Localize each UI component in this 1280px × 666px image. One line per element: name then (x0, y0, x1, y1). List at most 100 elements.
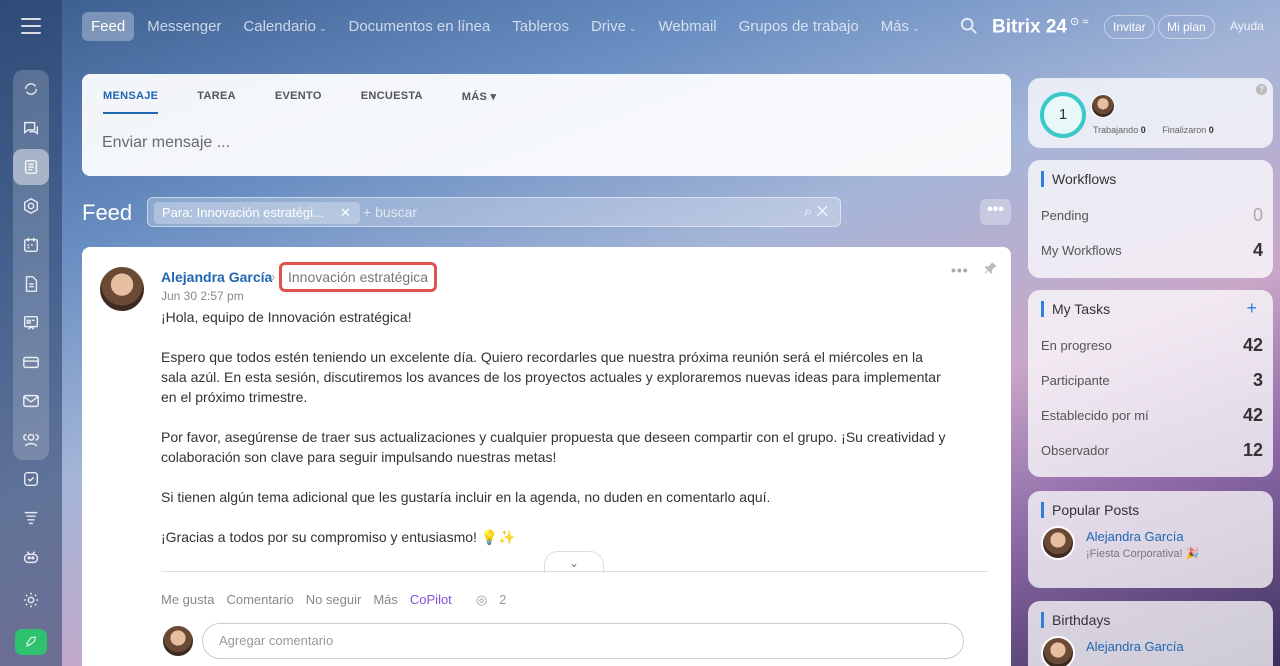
invite-button[interactable]: Invitar (1104, 15, 1155, 39)
nav-item-label: Calendario (243, 18, 316, 35)
birthdays-widget: Birthdays Alejandra García (1028, 601, 1273, 666)
nav-item-feed[interactable]: Feed (82, 12, 135, 41)
nav-item-label: Messenger (147, 18, 222, 35)
brand-clock-icon: ⊙ ≈ (1066, 16, 1089, 28)
task-row[interactable]: Participante 3 (1041, 370, 1263, 390)
post-author[interactable]: Alejandra García (161, 269, 272, 285)
comment-button[interactable]: Comentario (226, 592, 293, 608)
tab-2[interactable]: EVENTO (275, 90, 322, 114)
task-row[interactable]: Establecido por mí 42 (1041, 405, 1263, 425)
nav-item-más[interactable]: Más ⌄ (872, 12, 929, 41)
comment-input[interactable]: Agregar comentario (202, 623, 964, 659)
add-task-button[interactable]: + (1246, 298, 1257, 319)
workflow-row[interactable]: Pending 0 (1041, 205, 1263, 225)
avatar[interactable] (1041, 526, 1075, 560)
message-input[interactable]: Enviar mensaje ... (102, 134, 230, 152)
users-icon[interactable] (13, 422, 49, 458)
card-icon[interactable] (13, 344, 49, 380)
nav-item-label: Más (880, 18, 910, 35)
filter-search-clear-icons[interactable]: ⌕ ✕ (804, 203, 828, 220)
composer-tabs: MENSAJE TAREA EVENTO ENCUESTA MÁS ▾ (103, 90, 535, 114)
board-icon[interactable] (13, 305, 49, 341)
checkbox-icon[interactable] (13, 461, 49, 497)
chevron-right-icon: › (271, 269, 276, 284)
pin-icon[interactable] (984, 261, 998, 275)
nav-item-webmail[interactable]: Webmail (650, 12, 726, 41)
nav-item-grupos-de-trabajo[interactable]: Grupos de trabajo (730, 12, 868, 41)
help-link[interactable]: Ayuda (1230, 19, 1264, 33)
widget-title[interactable]: Popular Posts (1041, 502, 1139, 518)
brand-logo[interactable]: Bitrix 24 ⊙ ≈ (992, 15, 1088, 38)
tab-4[interactable]: MÁS ▾ (462, 90, 497, 114)
chat-icon[interactable] (13, 110, 49, 146)
task-row[interactable]: En progreso 42 (1041, 335, 1263, 355)
feed-filter[interactable]: Para: Innovación estratégi... ✕ + buscar… (147, 197, 841, 227)
task-value: 42 (1242, 405, 1263, 425)
workflow-value: 4 (1252, 240, 1263, 260)
unfollow-button[interactable]: No seguir (306, 592, 362, 608)
workflows-widget: Workflows Pending 0 My Workflows 4 (1028, 160, 1273, 278)
nav-item-tableros[interactable]: Tableros (503, 12, 578, 41)
feed-icon[interactable] (13, 149, 49, 185)
tab-1[interactable]: TAREA (197, 90, 236, 114)
task-value: 42 (1242, 335, 1263, 355)
feed-post: Alejandra García › Innovación estratégic… (82, 247, 1011, 666)
views-counter[interactable]: ◎ 2 (476, 592, 519, 608)
search-input[interactable]: + buscar (363, 204, 417, 220)
workflow-row[interactable]: My Workflows 4 (1041, 240, 1263, 260)
calendar-icon[interactable] (13, 227, 49, 263)
birthday-person[interactable]: Alejandra García (1086, 639, 1184, 654)
popular-post-title[interactable]: ¡Fiesta Corporativa! 🎉 (1086, 547, 1199, 560)
popular-post-author[interactable]: Alejandra García (1086, 529, 1184, 544)
nav-item-label: Documentos en línea (348, 18, 491, 35)
post-paragraph: Si tienen algún tema adicional que les g… (161, 489, 771, 505)
menu-icon[interactable] (21, 18, 41, 34)
more-options-button[interactable]: ••• (980, 199, 1011, 225)
more-button[interactable]: Más (373, 592, 398, 608)
nav-item-drive[interactable]: Drive ⌄ (582, 12, 646, 41)
document-icon[interactable] (13, 266, 49, 302)
robot-icon[interactable] (13, 539, 49, 575)
plan-button[interactable]: Mi plan (1158, 15, 1215, 39)
close-icon[interactable]: ✕ (340, 202, 351, 224)
divider (161, 571, 987, 572)
chevron-down-icon[interactable]: ⌄ (544, 551, 604, 573)
post-menu-icon[interactable]: ••• (951, 262, 969, 278)
post-destination[interactable]: Innovación estratégica (279, 262, 438, 292)
post-actions: Me gusta Comentario No seguir Más CoPilo… (161, 592, 530, 608)
post-paragraph: ¡Gracias a todos por su compromiso y ent… (161, 529, 516, 545)
post-paragraph: ¡Hola, equipo de Innovación estratégica! (161, 309, 412, 325)
avatar (161, 624, 195, 658)
filter-stack-icon[interactable] (13, 500, 49, 536)
brand-name: Bitrix 24 (992, 16, 1067, 38)
like-button[interactable]: Me gusta (161, 592, 214, 608)
post-date[interactable]: Jun 30 2:57 pm (161, 289, 244, 303)
help-icon[interactable]: ? (1256, 84, 1267, 95)
nav-item-documentos-en-línea[interactable]: Documentos en línea (340, 12, 500, 41)
tab-3[interactable]: ENCUESTA (361, 90, 423, 114)
nav-item-messenger[interactable]: Messenger (138, 12, 230, 41)
hexagon-icon[interactable] (13, 188, 49, 224)
task-row[interactable]: Observador 12 (1041, 440, 1263, 460)
nav-item-calendario[interactable]: Calendario ⌄ (234, 12, 335, 41)
settings-icon[interactable] (13, 582, 49, 618)
widget-title[interactable]: Workflows (1041, 171, 1116, 187)
search-icon[interactable] (960, 17, 978, 35)
sync-icon[interactable] (13, 71, 49, 107)
tasks-widget: My Tasks + En progreso 42 Participante 3 E… (1028, 290, 1273, 477)
widget-title[interactable]: My Tasks (1041, 301, 1110, 317)
rocket-icon[interactable] (15, 629, 47, 655)
mail-icon[interactable] (13, 383, 49, 419)
nav-item-label: Feed (91, 18, 126, 35)
avatar[interactable] (1091, 94, 1115, 118)
avatar[interactable] (1041, 636, 1075, 666)
workflow-value: 0 (1252, 205, 1263, 225)
avatar[interactable] (98, 265, 146, 313)
filter-tag[interactable]: Para: Innovación estratégi... (154, 202, 360, 224)
widget-title[interactable]: Birthdays (1041, 612, 1110, 628)
work-timer[interactable]: 1 (1040, 92, 1086, 138)
working-value: 0 (1140, 125, 1146, 135)
working-label: Trabajando (1093, 125, 1139, 135)
copilot-button[interactable]: CoPilot (410, 592, 452, 608)
tab-0[interactable]: MENSAJE (103, 90, 159, 114)
